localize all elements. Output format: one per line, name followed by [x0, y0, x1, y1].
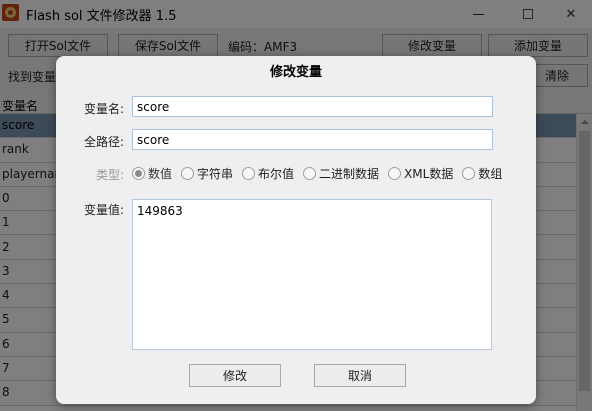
type-label: 类型: [96, 168, 125, 182]
type-radio-label: XML数据 [404, 166, 454, 181]
radio-circle-icon [242, 166, 256, 180]
variable-value-textarea[interactable]: 149863 [132, 199, 492, 350]
type-radio-option[interactable]: 数组 [462, 165, 502, 182]
radio-circle-icon [132, 166, 145, 180]
dialog-title: 修改变量 [269, 65, 322, 80]
full-path-input[interactable] [132, 129, 493, 150]
modify-variable-dialog: 修改变量 变量名: 全路径: 类型: 数值字符串布尔值二进制数据XML数据数组 … [56, 56, 536, 404]
variable-name-input[interactable] [132, 96, 493, 117]
modify-button[interactable]: 修改 [189, 364, 281, 387]
type-radio-option[interactable]: XML数据 [388, 165, 453, 182]
variable-name-label: 变量名: [84, 102, 125, 116]
type-radio-label: 二进制数据 [319, 166, 380, 181]
type-radio-option[interactable]: 二进制数据 [303, 165, 379, 182]
radio-circle-icon [388, 166, 402, 180]
type-radio-label: 字符串 [197, 166, 234, 181]
cancel-button[interactable]: 取消 [314, 364, 406, 387]
type-radio-option[interactable]: 数值 [132, 165, 172, 182]
type-radio-label: 数值 [148, 166, 173, 181]
type-radio-option[interactable]: 字符串 [181, 165, 233, 182]
radio-circle-icon [181, 166, 195, 180]
radio-circle-icon [462, 166, 476, 180]
type-radio-group: 数值 字符串 布尔值 二进制数据 XML数据 数组 [132, 164, 511, 182]
type-radio-option[interactable]: 布尔值 [242, 165, 294, 182]
type-radio-label: 布尔值 [258, 166, 295, 181]
radio-circle-icon [303, 166, 317, 180]
variable-value-label: 变量值: [84, 203, 125, 217]
full-path-label: 全路径: [84, 135, 125, 149]
type-radio-label: 数组 [478, 166, 503, 181]
